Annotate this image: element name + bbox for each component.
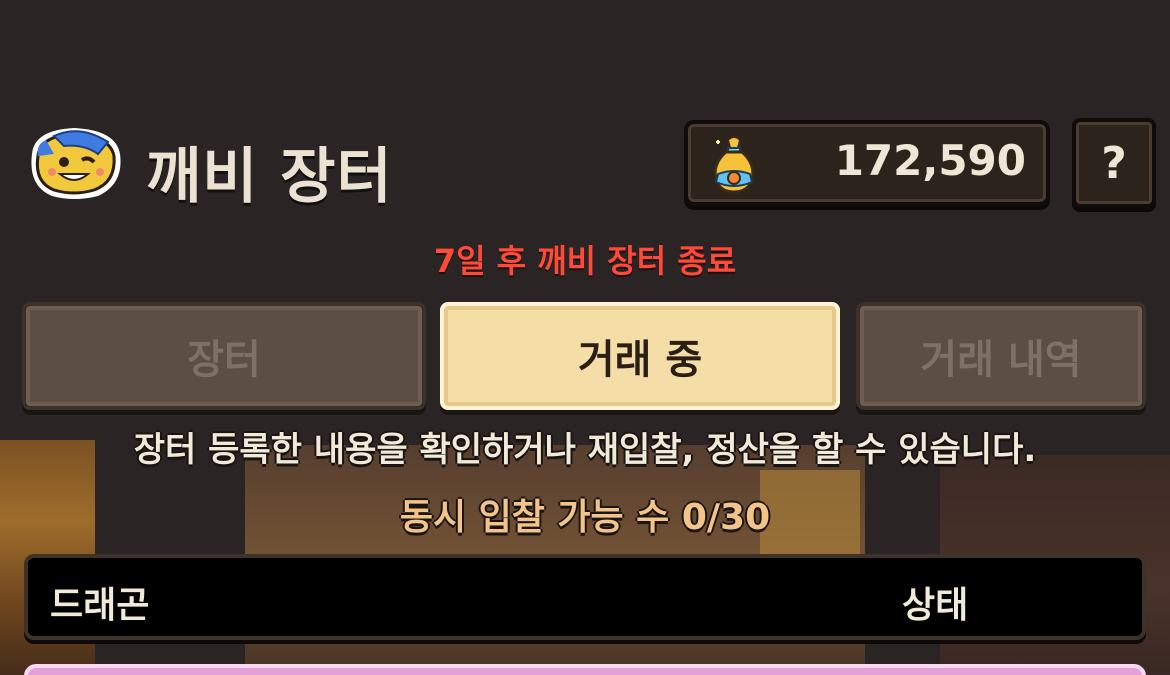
market-end-notice: 7일 후 깨비 장터 종료 [433, 242, 737, 280]
help-button[interactable]: ? [1072, 118, 1156, 208]
table-header: 드래곤 상태 [24, 554, 1146, 640]
money-bag-icon [710, 134, 756, 194]
tab-trade-history-label: 거래 내역 [920, 337, 1082, 383]
list-item[interactable] [24, 664, 1146, 675]
tab-trading-label: 거래 중 [577, 337, 703, 383]
goblin-mascot-icon [24, 124, 126, 202]
currency-value: 172,590 [834, 136, 1026, 185]
page-title: 깨비 장터 [146, 142, 393, 212]
currency-display: 172,590 [684, 120, 1050, 206]
column-header-status: 상태 [902, 585, 969, 626]
tab-trade-history[interactable]: 거래 내역 [856, 302, 1146, 410]
tab-market-label: 장터 [187, 337, 261, 383]
tab-description: 장터 등록한 내용을 확인하거나 재입찰, 정산을 할 수 있습니다. [133, 430, 1037, 470]
column-header-dragon: 드래곤 [50, 585, 150, 626]
tab-market[interactable]: 장터 [22, 302, 426, 410]
tab-trading[interactable]: 거래 중 [440, 302, 840, 410]
bid-count: 동시 입찰 가능 수 0/30 [399, 497, 771, 538]
